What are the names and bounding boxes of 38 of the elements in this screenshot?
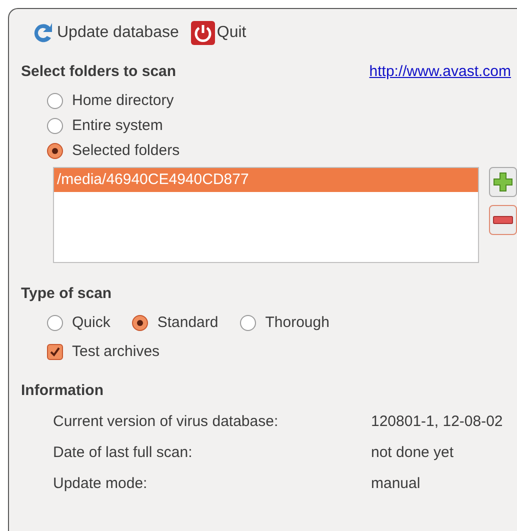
info-label: Date of last full scan: [53, 444, 194, 461]
radio-button[interactable] [240, 314, 256, 330]
checkbox-option[interactable]: Test archives [47, 343, 517, 360]
plus-icon [493, 172, 513, 192]
radio-label: Standard [157, 314, 218, 331]
info-label: Update mode: [53, 475, 148, 492]
section-heading: Information [21, 382, 104, 399]
radio-button[interactable] [47, 314, 63, 330]
quit-button[interactable]: Quit [190, 21, 246, 45]
info-value: not done yet [371, 444, 455, 461]
radio-button[interactable] [132, 314, 148, 330]
section-heading: Type of scan [21, 285, 112, 302]
radio-button[interactable] [47, 142, 63, 158]
radio-label: Entire system [72, 117, 163, 134]
add-button[interactable] [489, 167, 517, 197]
radio-label: Thorough [265, 314, 330, 331]
update-button[interactable]: Update database [31, 21, 179, 45]
section-heading: Select folders to scan [21, 63, 176, 80]
info-value: manual [371, 475, 422, 492]
radio-option[interactable]: Entire system [47, 117, 517, 134]
radio-option[interactable]: Thorough [240, 314, 330, 331]
remove-button[interactable] [489, 205, 517, 235]
radio-label: Quick [72, 314, 110, 331]
checkbox[interactable] [47, 344, 63, 360]
radio-label: Selected folders [72, 142, 180, 159]
radio-button[interactable] [47, 118, 63, 134]
power-icon [190, 21, 215, 45]
checkbox-label: Test archives [72, 343, 160, 360]
minus-icon [493, 216, 513, 224]
radio-option[interactable]: Standard [132, 314, 218, 331]
radio-button[interactable] [47, 92, 63, 108]
radio-label: Home directory [72, 92, 174, 109]
info-value: 120801-1, 12-08-02 [371, 413, 504, 430]
radio-option[interactable]: Selected folders [47, 142, 517, 159]
radio-option[interactable]: Home directory [47, 92, 517, 109]
radio-option[interactable]: Quick [47, 314, 110, 331]
website-link[interactable]: http://www.avast.com [369, 63, 511, 80]
info-label: Current version of virus database: [53, 413, 280, 430]
